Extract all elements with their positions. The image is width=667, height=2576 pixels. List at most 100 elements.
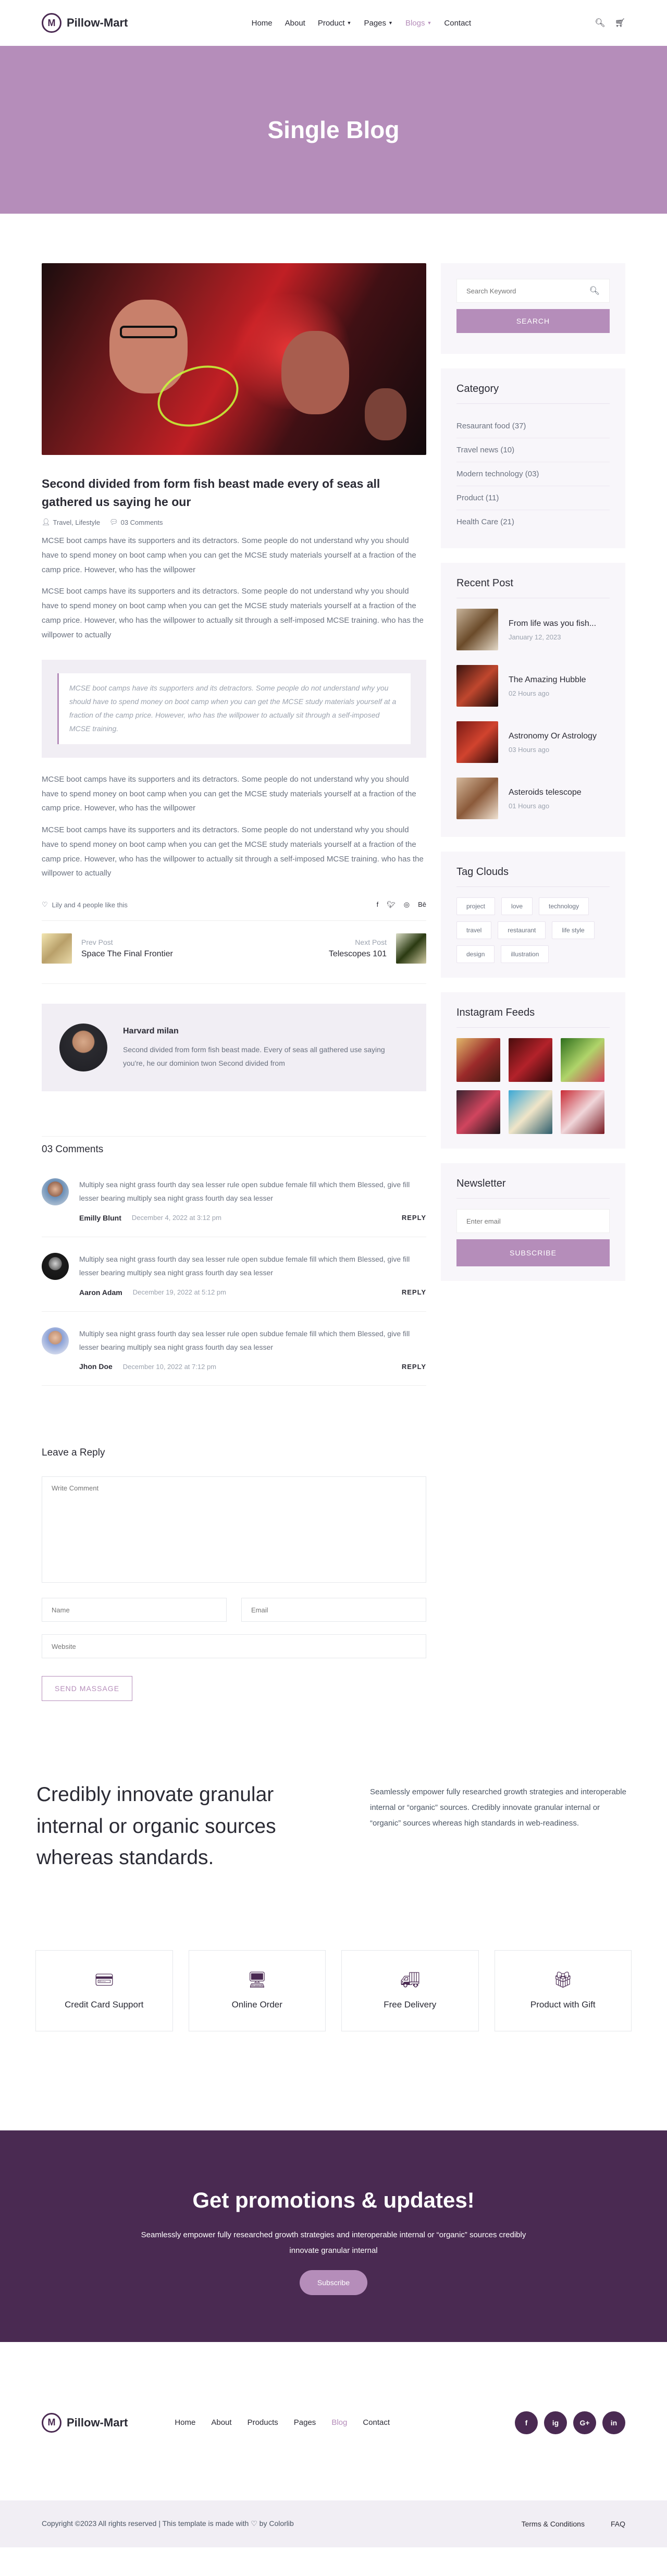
author-avatar: [59, 1024, 107, 1072]
post-categories[interactable]: 👤︎ Travel, Lifestyle: [42, 518, 100, 526]
sidebar-search-input[interactable]: [466, 279, 589, 302]
twitter-icon[interactable]: 🐦︎: [387, 901, 396, 909]
footer-nav-products[interactable]: Products: [248, 2418, 278, 2427]
search-icon[interactable]: 🔍︎: [595, 18, 605, 28]
footer-nav-contact[interactable]: Contact: [363, 2418, 390, 2427]
logo[interactable]: M Pillow-Mart: [42, 13, 128, 33]
name-input[interactable]: [42, 1598, 227, 1622]
nav-blogs[interactable]: Blogs ▼: [405, 19, 431, 28]
colorlib-link[interactable]: by Colorlib: [260, 2519, 294, 2528]
nav-product[interactable]: Product ▼: [318, 19, 352, 28]
site-footer: M Pillow-Mart Home About Products Pages …: [0, 2384, 667, 2462]
recent-post-item[interactable]: From life was you fish... January 12, 202…: [456, 609, 610, 650]
email-input[interactable]: [241, 1598, 426, 1622]
tag-item[interactable]: illustration: [501, 945, 549, 963]
website-input[interactable]: [42, 1634, 426, 1659]
prev-post[interactable]: Prev Post Space The Final Frontier: [42, 933, 173, 964]
instagram-icon[interactable]: ig: [544, 2411, 567, 2434]
tag-item[interactable]: restaurant: [498, 921, 546, 939]
recent-post-item[interactable]: The Amazing Hubble 02 Hours ago: [456, 665, 610, 707]
page-title: Single Blog: [267, 116, 400, 143]
search-button[interactable]: SEARCH: [456, 309, 610, 333]
category-item[interactable]: Modern technology (03): [456, 462, 610, 486]
category-item[interactable]: Health Care (21): [456, 510, 610, 534]
cart-icon[interactable]: 🛒︎: [615, 18, 625, 28]
next-post[interactable]: Next Post Telescopes 101: [329, 933, 426, 964]
subscribe-button[interactable]: SUBSCRIBE: [456, 1239, 610, 1266]
delivery-truck-icon: 🚚︎: [400, 1971, 420, 1989]
footer-logo[interactable]: M Pillow-Mart: [42, 2412, 128, 2433]
instagram-photo[interactable]: [509, 1090, 552, 1134]
newsletter-email-input[interactable]: [456, 1209, 610, 1233]
post-paragraph: MCSE boot camps have its supporters and …: [42, 587, 424, 639]
heart-icon: ♡: [251, 2519, 257, 2528]
recent-post-date: 03 Hours ago: [509, 745, 550, 754]
promo-banner: Get promotions & updates! Seamlessly emp…: [0, 2130, 667, 2342]
instagram-photo[interactable]: [561, 1090, 604, 1134]
category-item[interactable]: Product (11): [456, 486, 610, 510]
user-icon: 👤︎: [42, 518, 51, 526]
footer-nav-pages[interactable]: Pages: [294, 2418, 316, 2427]
intro-heading: Credibly innovate granular internal or o…: [36, 1783, 276, 1869]
logo-text: Pillow-Mart: [67, 2415, 128, 2429]
instagram-photo[interactable]: [509, 1038, 552, 1082]
recent-post-item[interactable]: Asteroids telescope 01 Hours ago: [456, 778, 610, 819]
nav-pages[interactable]: Pages ▼: [364, 19, 392, 28]
facebook-icon[interactable]: f: [377, 901, 379, 909]
nav-home[interactable]: Home: [252, 19, 273, 28]
post-comments-count[interactable]: 💬︎ 03 Comments: [109, 518, 163, 526]
tag-cloud-widget: Tag Clouds project love technology trave…: [441, 852, 625, 978]
reply-button[interactable]: REPLY: [402, 1214, 426, 1222]
post-title: Second divided from form fish beast made…: [42, 477, 380, 509]
comment-text: Multiply sea night grass fourth day sea …: [79, 1180, 410, 1202]
newsletter-widget: Newsletter SUBSCRIBE: [441, 1163, 625, 1281]
sidebar: 🔍︎ SEARCH Category Resaurant food (37) T…: [441, 263, 625, 1701]
tag-item[interactable]: love: [501, 897, 533, 915]
behance-icon[interactable]: Bē: [418, 901, 426, 909]
like-button[interactable]: ♡ Lily and 4 people like this: [42, 901, 128, 909]
tag-item[interactable]: life style: [552, 921, 595, 939]
tag-item[interactable]: design: [456, 945, 495, 963]
category-item[interactable]: Travel news (10): [456, 438, 610, 462]
tag-item[interactable]: travel: [456, 921, 492, 939]
nav-about[interactable]: About: [285, 19, 305, 28]
reply-button[interactable]: REPLY: [402, 1288, 426, 1296]
footer-nav-home[interactable]: Home: [175, 2418, 195, 2427]
footer-nav-about[interactable]: About: [211, 2418, 231, 2427]
comment-item: Multiply sea night grass fourth day sea …: [42, 1312, 426, 1386]
blog-post: Second divided from form fish beast made…: [42, 263, 426, 1702]
author-name[interactable]: Harvard milan: [123, 1027, 409, 1036]
reply-button[interactable]: REPLY: [402, 1363, 426, 1371]
dribbble-icon[interactable]: ◎: [404, 901, 410, 909]
site-header: M Pillow-Mart Home About Product ▼ Pages ▼…: [0, 0, 667, 46]
comment-author: Emilly Blunt: [79, 1213, 121, 1222]
instagram-photo[interactable]: [456, 1038, 500, 1082]
promo-subscribe-button[interactable]: Subscribe: [299, 2270, 368, 2295]
search-icon[interactable]: 🔍︎: [589, 286, 600, 296]
recent-post-thumbnail: [456, 778, 498, 819]
chevron-down-icon: ▼: [388, 20, 393, 26]
comment-textarea[interactable]: [42, 1476, 426, 1583]
nav-contact[interactable]: Contact: [444, 19, 471, 28]
reply-form-title: Leave a Reply: [42, 1447, 105, 1459]
tag-item[interactable]: project: [456, 897, 496, 915]
comment-avatar: [42, 1252, 69, 1280]
comment-icon: 💬︎: [109, 518, 118, 526]
category-item[interactable]: Resaurant food (37): [456, 414, 610, 438]
next-post-thumbnail: [396, 933, 426, 964]
instagram-photo[interactable]: [561, 1038, 604, 1082]
linkedin-icon[interactable]: in: [602, 2411, 625, 2434]
author-box: Harvard milan Second divided from form f…: [42, 1004, 426, 1092]
instagram-photo[interactable]: [456, 1090, 500, 1134]
share-icons: f 🐦︎ ◎ Bē: [377, 901, 426, 909]
faq-link[interactable]: FAQ: [611, 2520, 625, 2528]
intro-text: Seamlessly empower fully researched grow…: [370, 1788, 626, 1828]
footer-nav-blog[interactable]: Blog: [331, 2418, 347, 2427]
tag-item[interactable]: technology: [539, 897, 589, 915]
terms-link[interactable]: Terms & Conditions: [522, 2520, 585, 2528]
google-plus-icon[interactable]: G+: [573, 2411, 596, 2434]
recent-post-item[interactable]: Astronomy Or Astrology 03 Hours ago: [456, 721, 610, 763]
prev-post-title: Space The Final Frontier: [81, 950, 173, 959]
facebook-icon[interactable]: f: [515, 2411, 538, 2434]
send-message-button[interactable]: SEND MASSAGE: [42, 1676, 133, 1702]
